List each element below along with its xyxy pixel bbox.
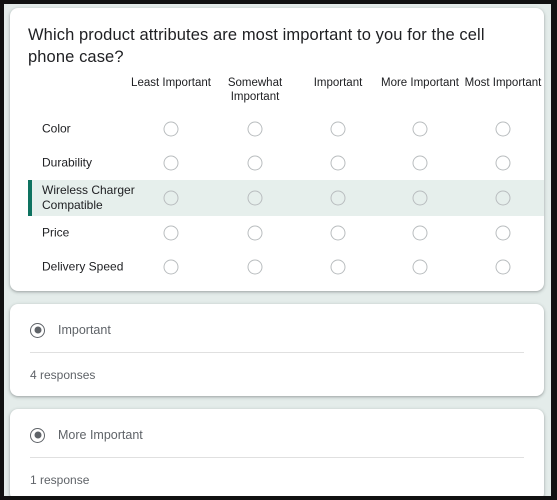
- radio-durability-least-important[interactable]: [163, 155, 179, 171]
- grid-rows: Color Durability Wireless Charger Compat…: [10, 112, 544, 284]
- table-row: Color: [10, 112, 544, 146]
- response-option-label: More Important: [58, 428, 143, 442]
- radio-wireless-important[interactable]: [330, 190, 346, 206]
- radio-price-least-important[interactable]: [163, 225, 179, 241]
- table-row: Price: [10, 216, 544, 250]
- radio-wireless-somewhat-important[interactable]: [247, 190, 263, 206]
- row-label-durability: Durability: [42, 155, 93, 170]
- response-option-row[interactable]: Important: [30, 322, 111, 338]
- radio-delivery-least-important[interactable]: [163, 259, 179, 275]
- radio-price-most-important[interactable]: [495, 225, 511, 241]
- grid-column-headers: Least Important Somewhat Important Impor…: [10, 74, 544, 106]
- forms-response-page: Which product attributes are most import…: [4, 4, 551, 496]
- response-count: 4 responses: [30, 368, 96, 382]
- radio-color-more-important[interactable]: [412, 121, 428, 137]
- grid-question-card: Which product attributes are most import…: [10, 8, 544, 291]
- response-card-important: Important 4 responses: [10, 304, 544, 396]
- radio-color-least-important[interactable]: [163, 121, 179, 137]
- radio-wireless-more-important[interactable]: [412, 190, 428, 206]
- radio-delivery-important[interactable]: [330, 259, 346, 275]
- row-left-padding: [10, 180, 28, 216]
- row-label-color: Color: [42, 121, 71, 136]
- table-row: Durability: [10, 146, 544, 180]
- column-header-least-important: Least Important: [131, 77, 211, 89]
- divider: [30, 457, 524, 458]
- radio-wireless-most-important[interactable]: [495, 190, 511, 206]
- column-header-more-important: More Important: [381, 77, 459, 89]
- column-header-most-important: Most Important: [464, 77, 542, 89]
- radio-delivery-more-important[interactable]: [412, 259, 428, 275]
- radio-durability-most-important[interactable]: [495, 155, 511, 171]
- radio-price-somewhat-important[interactable]: [247, 225, 263, 241]
- row-label-delivery-speed: Delivery Speed: [42, 259, 124, 274]
- response-option-row[interactable]: More Important: [30, 427, 143, 443]
- divider: [30, 352, 524, 353]
- radio-price-more-important[interactable]: [412, 225, 428, 241]
- radio-durability-more-important[interactable]: [412, 155, 428, 171]
- response-count: 1 response: [30, 473, 90, 487]
- table-row: Delivery Speed: [10, 250, 544, 284]
- column-header-somewhat-important: Somewhat Important: [227, 77, 283, 103]
- radio-delivery-most-important[interactable]: [495, 259, 511, 275]
- radio-selected-icon: [30, 322, 45, 338]
- radio-price-important[interactable]: [330, 225, 346, 241]
- screenshot-frame: Which product attributes are most import…: [0, 0, 557, 500]
- table-row-highlighted: Wireless Charger Compatible: [10, 180, 544, 216]
- radio-durability-important[interactable]: [330, 155, 346, 171]
- radio-durability-somewhat-important[interactable]: [247, 155, 263, 171]
- row-label-price: Price: [42, 225, 70, 240]
- radio-wireless-least-important[interactable]: [163, 190, 179, 206]
- response-card-more-important: More Important 1 response: [10, 409, 544, 496]
- response-option-label: Important: [58, 323, 111, 337]
- radio-color-important[interactable]: [330, 121, 346, 137]
- radio-color-most-important[interactable]: [495, 121, 511, 137]
- row-label-wireless-charger-compatible: Wireless Charger Compatible: [42, 183, 135, 212]
- radio-delivery-somewhat-important[interactable]: [247, 259, 263, 275]
- radio-color-somewhat-important[interactable]: [247, 121, 263, 137]
- radio-selected-icon: [30, 427, 45, 443]
- page-title: Which product attributes are most import…: [28, 26, 485, 66]
